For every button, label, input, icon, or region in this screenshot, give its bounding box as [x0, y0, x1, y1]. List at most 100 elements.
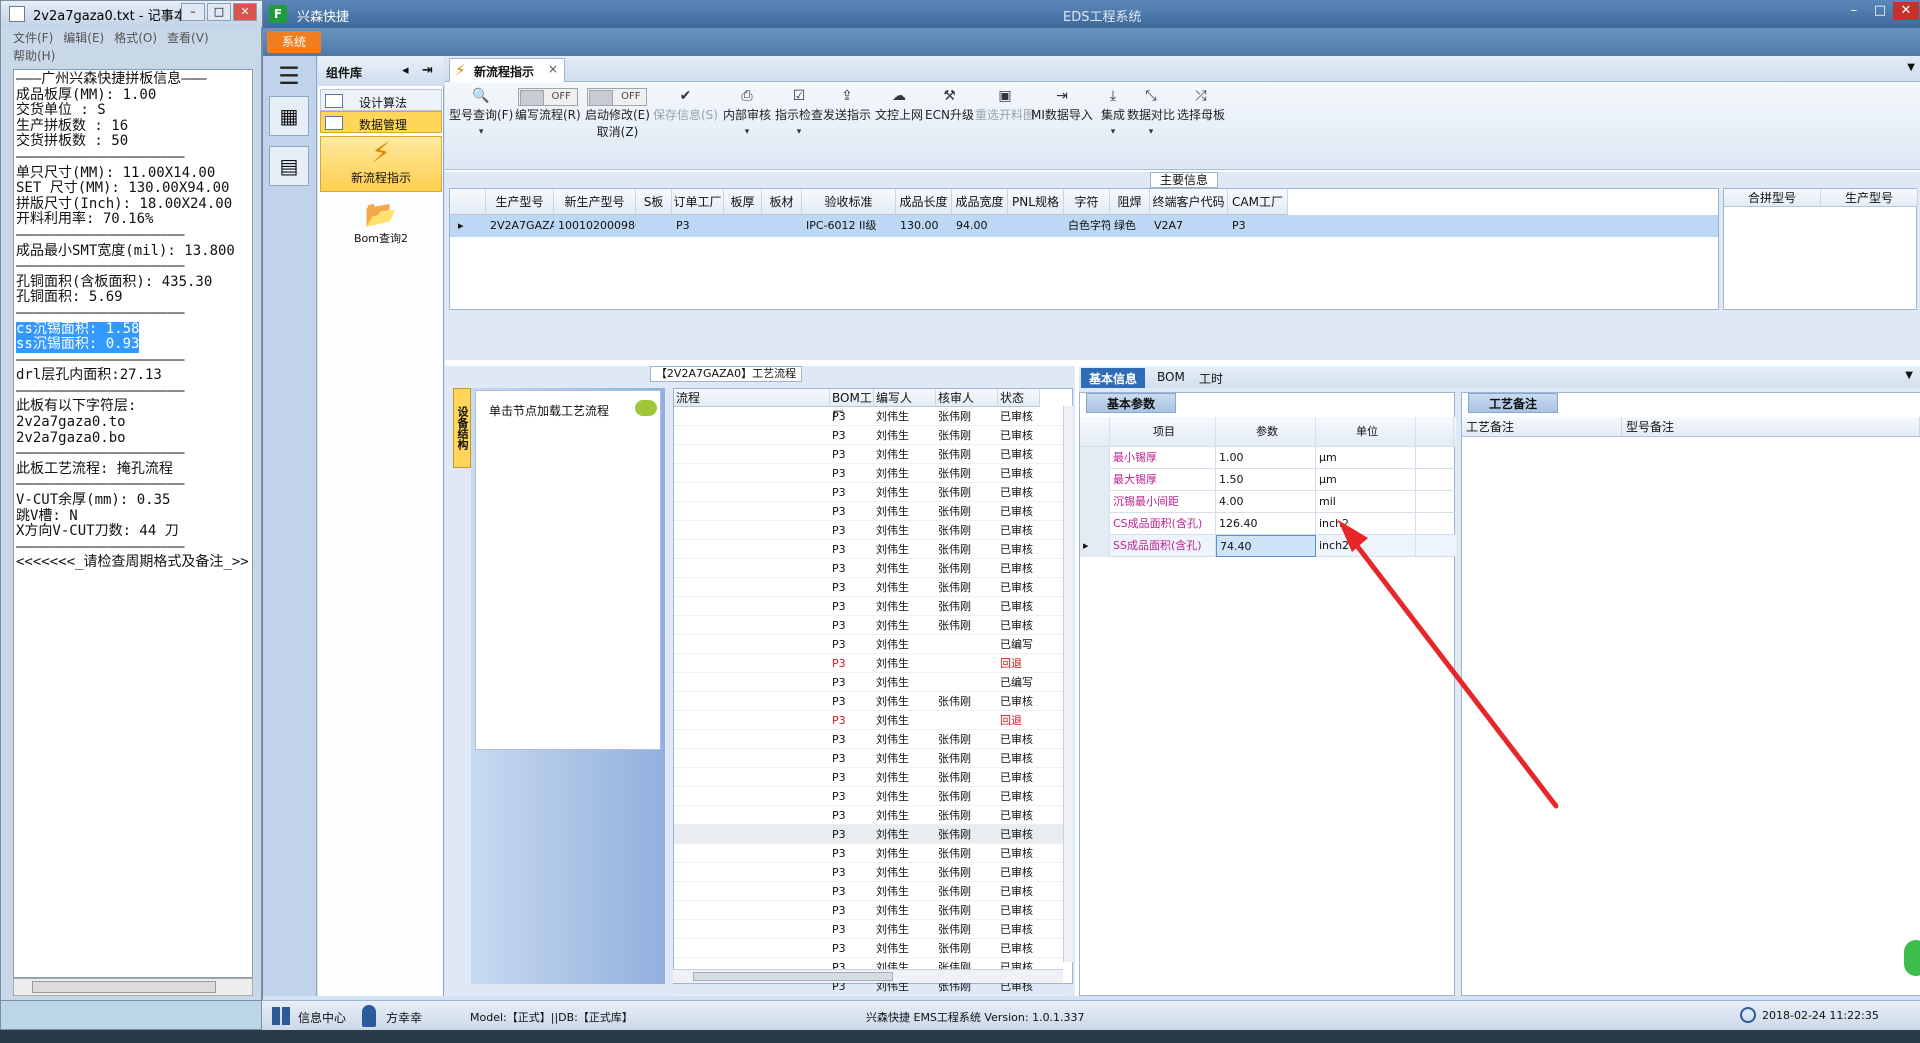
calculator-icon[interactable]: ▤: [269, 146, 309, 186]
close-button[interactable]: ✕: [233, 3, 257, 21]
toggle-switch[interactable]: OFF: [587, 88, 648, 106]
main-info-cell[interactable]: [1008, 215, 1064, 237]
main-info-grid[interactable]: 生产型号 新生产型号 S板 订单工厂 板厚 板材 验收标准 成品长度 成品宽度 PNL规格 字符 阻焊…: [449, 188, 1719, 310]
param-row[interactable]: 最大锡厚 1.50 μm: [1080, 469, 1456, 491]
notepad-menu-item[interactable]: 文件(F): [13, 31, 53, 45]
pin-icon[interactable]: ⇥: [422, 63, 433, 78]
notepad-menu-item[interactable]: 编辑(E): [63, 31, 104, 45]
tree-row[interactable]: 沉锡P3刘伟生张伟刚已审核: [674, 825, 1064, 844]
toolbar-button-0[interactable]: 🔍 型号查询(F) ▾: [449, 88, 513, 137]
tree-horizontal-scrollbar[interactable]: [673, 969, 1063, 983]
main-info-cell[interactable]: IPC-6012 II级: [802, 215, 896, 237]
param-row[interactable]: 沉锡最小间距 4.00 mil: [1080, 491, 1456, 513]
param-unit[interactable]: inch2: [1316, 513, 1416, 535]
param-value[interactable]: 126.40: [1216, 513, 1316, 535]
notepad-menu-item[interactable]: 帮助(H): [13, 49, 55, 63]
params-header[interactable]: 项目: [1110, 417, 1216, 447]
tree-header[interactable]: 编写人: [874, 389, 936, 407]
toolbar-button-2[interactable]: OFF 启动修改(E) 取消(Z): [585, 88, 650, 140]
main-info-cell[interactable]: 130.00: [896, 215, 952, 237]
grid-header[interactable]: [450, 189, 486, 215]
main-info-cell[interactable]: 10010200098016: [554, 215, 636, 237]
chevron-down-icon[interactable]: ▾: [723, 127, 771, 137]
tree-row[interactable]: 入库P3刘伟生张伟刚已审核: [674, 939, 1064, 958]
tree-row[interactable]: 字符P3刘伟生张伟刚已审核: [674, 597, 1064, 616]
param-item[interactable]: SS成品面积(含孔): [1110, 535, 1216, 557]
main-info-cell[interactable]: [636, 215, 672, 237]
tree-row[interactable]: V槽P3刘伟生张伟刚已审核: [674, 692, 1064, 711]
param-value[interactable]: 1.50: [1216, 469, 1316, 491]
grid-header[interactable]: 验收标准: [802, 189, 896, 215]
system-tab[interactable]: 系统: [267, 31, 321, 53]
tree-row[interactable]: 外观检查P3刘伟生张伟刚已审核: [674, 787, 1064, 806]
chevron-down-icon[interactable]: ▾: [1127, 127, 1175, 137]
toolbar-button-10[interactable]: ⇥ MI数据导入: [1031, 88, 1093, 123]
param-item[interactable]: 最小锡厚: [1110, 447, 1216, 469]
lib-item-design-algorithm[interactable]: 设计算法: [320, 89, 442, 111]
toolbar-button-6[interactable]: ⇪ 发送指示: [823, 88, 871, 123]
tree-row[interactable]: 功能检查P3刘伟生张伟刚已审核: [674, 768, 1064, 787]
yx-module-icon[interactable]: ▦: [269, 96, 309, 136]
tree-row[interactable]: −沉锡P3刘伟生张伟刚已审核: [674, 806, 1064, 825]
tab-basic-info-1[interactable]: BOM: [1149, 368, 1193, 388]
app-minimize-button[interactable]: –: [1841, 2, 1867, 20]
param-item[interactable]: 最大锡厚: [1110, 469, 1216, 491]
tree-row[interactable]: 丝印P3刘伟生张伟刚已审核: [674, 502, 1064, 521]
toolbar-sublabel[interactable]: 取消(Z): [585, 123, 650, 140]
tree-row[interactable]: 显影P3刘伟生张伟刚已审核: [674, 559, 1064, 578]
tree-header[interactable]: BOM工厂: [830, 389, 874, 423]
grid-header[interactable]: 终端客户代码: [1150, 189, 1228, 215]
equipment-structure-tab[interactable]: 设备结构: [453, 388, 471, 468]
bom-query-button[interactable]: 📂 Bom查询2: [320, 200, 442, 252]
chevron-down-icon[interactable]: ▾: [449, 127, 513, 137]
params-grid[interactable]: 项目 参数 单位 最小锡厚 1.00 μm 最大锡厚 1.50 μm 沉锡最小间距 4.00 mil C…: [1080, 417, 1456, 997]
tree-row[interactable]: −包装P3刘伟生张伟刚已审核: [674, 882, 1064, 901]
lib-item-data-management[interactable]: 数据管理: [320, 111, 442, 133]
grid-header[interactable]: 板材: [762, 189, 802, 215]
main-info-cell[interactable]: 白色字符: [1064, 215, 1110, 237]
grid-header[interactable]: CAM工厂: [1228, 189, 1288, 215]
tree-row[interactable]: 铣板P3刘伟生回退: [674, 711, 1064, 730]
tabs-dropdown-icon[interactable]: ▼: [1907, 62, 1915, 73]
info-center-link[interactable]: 信息中心: [298, 1009, 346, 1026]
main-info-cell[interactable]: 绿色: [1110, 215, 1150, 237]
grid-header[interactable]: 成品长度: [896, 189, 952, 215]
tree-row[interactable]: −阻焊P3刘伟生张伟刚已审核: [674, 445, 1064, 464]
param-item[interactable]: 沉锡最小间距: [1110, 491, 1216, 513]
param-value[interactable]: 4.00: [1216, 491, 1316, 513]
toolbar-button-12[interactable]: ⤡ 数据对比 ▾: [1127, 88, 1175, 137]
toolbar-button-5[interactable]: ☑ 指示检查 ▾: [775, 88, 823, 137]
params-header[interactable]: [1416, 417, 1454, 447]
tree-row[interactable]: 终固化P3刘伟生张伟刚已审核: [674, 616, 1064, 635]
tab-basic-info-0[interactable]: 基本信息: [1081, 368, 1146, 388]
tree-row[interactable]: 电子测试P3刘伟生回退: [674, 654, 1064, 673]
params-header[interactable]: 单位: [1316, 417, 1416, 447]
grid-header[interactable]: 新生产型号: [554, 189, 636, 215]
toolbar-button-1[interactable]: OFF 编写流程(R): [515, 88, 581, 123]
new-flow-instruction-button[interactable]: ⚡ 新流程指示: [320, 136, 442, 192]
merge-model-grid[interactable]: 合拼型号 生产型号: [1723, 188, 1918, 310]
toolbar-button-4[interactable]: ⎙ 内部审核 ▾: [723, 88, 771, 137]
grid-header[interactable]: 板厚: [724, 189, 762, 215]
param-row[interactable]: 最小锡厚 1.00 μm: [1080, 447, 1456, 469]
toolbar-button-3[interactable]: ✔ 保存信息(S): [653, 88, 718, 123]
tree-row[interactable]: −字符P3刘伟生张伟刚已审核: [674, 578, 1064, 597]
minimize-button[interactable]: –: [181, 3, 205, 21]
main-info-cell[interactable]: P3: [1228, 215, 1288, 237]
main-info-cell[interactable]: [762, 215, 802, 237]
notepad-menu-item[interactable]: 格式(O): [114, 31, 157, 45]
tree-row[interactable]: 外观检查1P3刘伟生张伟刚已审核: [674, 863, 1064, 882]
toolbar-button-7[interactable]: ☁ 文控上网: [875, 88, 923, 123]
main-info-cell[interactable]: 94.00: [952, 215, 1008, 237]
grid-header[interactable]: 生产型号: [486, 189, 554, 215]
grid-header[interactable]: 订单工厂: [672, 189, 724, 215]
toggle-switch[interactable]: OFF: [517, 88, 578, 106]
tree-vertical-scrollbar[interactable]: [1063, 406, 1073, 962]
side-grid-header[interactable]: 合拼型号: [1724, 189, 1821, 207]
toolbar-button-9[interactable]: ▣ 重选开料图: [975, 88, 1035, 123]
notepad-menu-item[interactable]: 查看(V): [167, 31, 209, 45]
tab-new-flow-instruction[interactable]: ⚡ 新流程指示 ×: [449, 58, 565, 82]
app-maximize-button[interactable]: □: [1867, 2, 1893, 20]
main-info-cell[interactable]: V2A7: [1150, 215, 1228, 237]
process-tree-grid[interactable]: 流程BOM工厂编写人核审人状态−AOIP3刘伟生张伟刚已审核外层AOIP3刘伟生…: [673, 388, 1073, 996]
